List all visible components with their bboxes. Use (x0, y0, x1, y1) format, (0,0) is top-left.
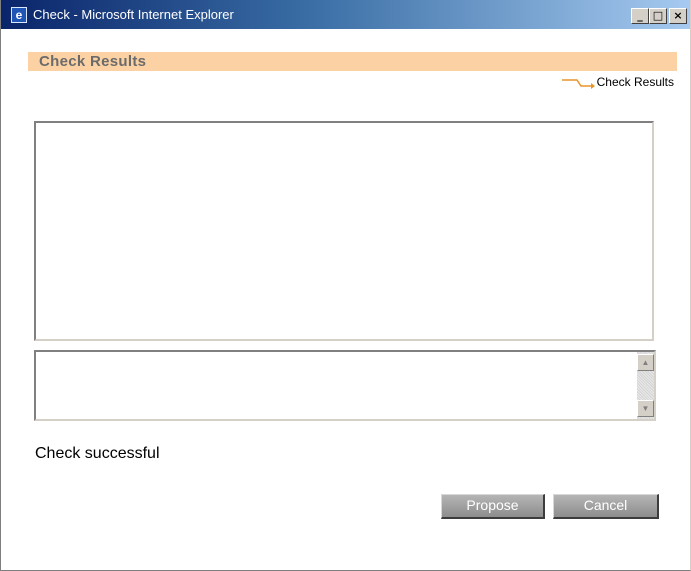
propose-button[interactable]: Propose (441, 494, 545, 519)
section-header: Check Results (28, 52, 677, 71)
maximize-button[interactable]: □ (649, 8, 667, 24)
message-textarea[interactable]: ▲ ▼ (34, 350, 656, 421)
breadcrumb: Check Results (561, 74, 674, 90)
window-title: Check - Microsoft Internet Explorer (33, 7, 234, 22)
cancel-button[interactable]: Cancel (553, 494, 659, 519)
check-results-area[interactable] (34, 121, 654, 341)
minimize-button[interactable]: _ (631, 8, 649, 24)
scroll-down-arrow-icon[interactable]: ▼ (637, 400, 654, 417)
arrow-right-icon (561, 79, 595, 89)
status-message: Check successful (35, 445, 160, 462)
scroll-up-arrow-icon[interactable]: ▲ (637, 354, 654, 371)
vertical-scrollbar[interactable]: ▲ ▼ (637, 352, 654, 419)
title-bar[interactable]: e Check - Microsoft Internet Explorer _ … (1, 0, 690, 29)
page-title: Check Results (39, 53, 147, 70)
ie-logo-icon: e (11, 7, 27, 23)
breadcrumb-label: Check Results (596, 75, 674, 89)
close-button[interactable]: × (669, 8, 687, 24)
browser-window: e Check - Microsoft Internet Explorer _ … (0, 0, 691, 571)
